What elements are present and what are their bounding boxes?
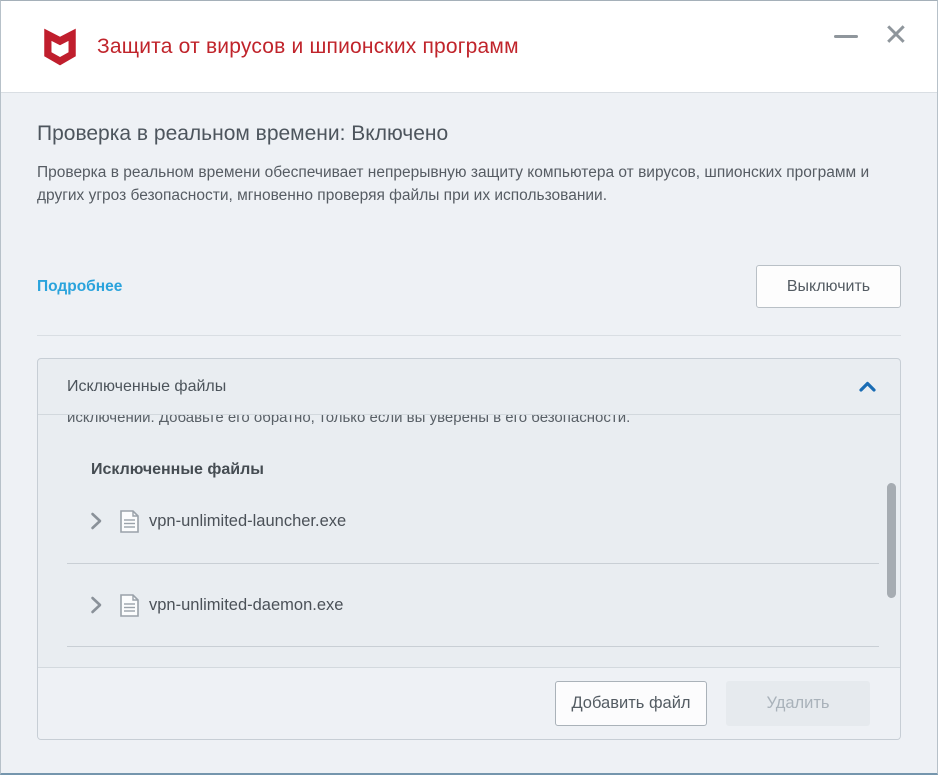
scrollbar-thumb[interactable] [887,483,896,598]
excluded-files-panel: Исключенные файлы исключений. Добавьте е… [37,358,901,740]
page-title: Проверка в реальном времени: Включено [37,122,901,146]
minimize-icon[interactable] [831,21,861,51]
file-row[interactable]: vpn-unlimited-daemon.exe [38,564,900,646]
chevron-up-icon [859,381,876,392]
file-row[interactable]: vpn-unlimited-launcher.exe [38,479,900,563]
accordion-title: Исключенные файлы [67,378,226,396]
file-icon [120,594,139,617]
main-content: Проверка в реальном времени: Включено Пр… [1,122,937,740]
delete-button[interactable]: Удалить [726,681,870,726]
add-file-button[interactable]: Добавить файл [555,681,707,726]
page-description: Проверка в реальном времени обеспечивает… [37,161,901,207]
file-name: vpn-unlimited-daemon.exe [149,596,343,615]
row-divider [67,646,879,647]
window-controls: ✕ [831,1,937,71]
details-link[interactable]: Подробнее [37,278,122,296]
turn-off-button[interactable]: Выключить [756,265,901,308]
chevron-right-icon [90,512,102,530]
section-divider [37,335,901,336]
list-title: Исключенные файлы [38,461,900,479]
chevron-right-icon [90,596,102,614]
excluded-files-accordion-header[interactable]: Исключенные файлы [38,359,900,415]
close-icon[interactable]: ✕ [879,19,913,53]
file-name: vpn-unlimited-launcher.exe [149,512,346,531]
scrolled-note-text: исключений. Добавьте его обратно, только… [38,415,900,428]
excluded-files-list: исключений. Добавьте его обратно, только… [38,415,900,667]
action-row: Подробнее Выключить [37,265,901,308]
mcafee-window: { "window": { "title": "Защита от вирусо… [0,0,938,775]
excluded-files-footer: Добавить файл Удалить [38,667,900,739]
file-icon [120,510,139,533]
window-title: Защита от вирусов и шпионских программ [97,35,519,59]
mcafee-shield-logo [39,24,81,70]
title-bar: Защита от вирусов и шпионских программ ✕ [1,1,937,93]
